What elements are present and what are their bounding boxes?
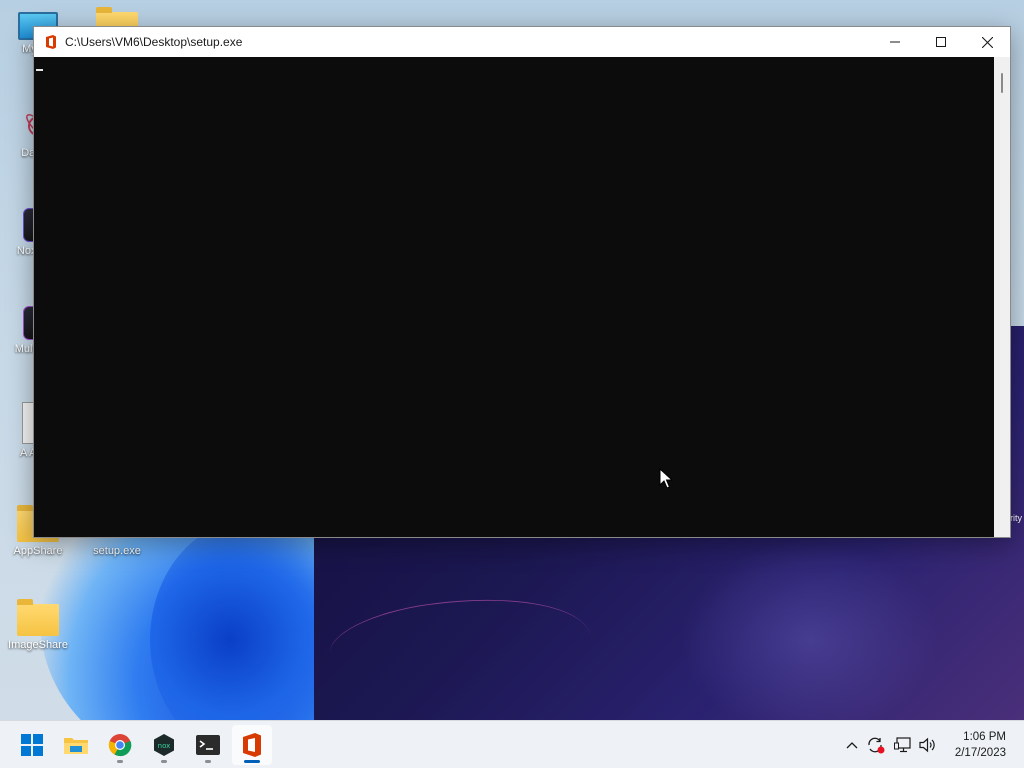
nox-icon: nox: [154, 734, 174, 756]
minimize-button[interactable]: [872, 27, 918, 57]
windows-start-icon: [21, 734, 43, 756]
taskbar-nox[interactable]: nox: [144, 725, 184, 765]
svg-text:nox: nox: [158, 742, 171, 750]
start-button[interactable]: [12, 725, 52, 765]
minimize-icon: [890, 41, 900, 43]
clock-time: 1:06 PM: [963, 731, 1006, 743]
tray-network[interactable]: [892, 733, 914, 757]
running-indicator: [161, 760, 167, 763]
network-icon: [894, 737, 911, 753]
file-explorer-icon: [64, 738, 88, 754]
taskbar-office-setup[interactable]: [232, 725, 272, 765]
active-indicator: [244, 760, 260, 763]
folder-icon: [17, 599, 59, 636]
office-icon: [43, 34, 59, 50]
taskbar: nox 1:06 PM 2/17/2023: [0, 720, 1024, 768]
tray-overflow-button[interactable]: [841, 733, 863, 757]
taskbar-file-explorer[interactable]: [56, 725, 96, 765]
maximize-icon: [936, 37, 946, 47]
close-button[interactable]: [964, 27, 1010, 57]
chevron-up-icon: [846, 742, 858, 749]
partial-desktop-label: rity: [1010, 513, 1022, 523]
volume-icon: [919, 737, 935, 753]
console-output[interactable]: [34, 57, 994, 537]
maximize-button[interactable]: [918, 27, 964, 57]
running-indicator: [117, 760, 123, 763]
wallpaper-glow: [680, 540, 940, 720]
window-titlebar[interactable]: C:\Users\VM6\Desktop\setup.exe: [34, 27, 1010, 57]
tray-sync[interactable]: [865, 733, 887, 757]
desktop-icon-label: AppShare: [13, 545, 63, 557]
console-cursor: [36, 69, 43, 71]
window-title: C:\Users\VM6\Desktop\setup.exe: [65, 35, 243, 49]
office-icon: [243, 733, 261, 757]
mouse-pointer-icon: [659, 468, 673, 489]
taskbar-chrome[interactable]: [100, 725, 140, 765]
sync-alert-icon: [868, 737, 885, 754]
scrollbar-thumb[interactable]: [1001, 73, 1003, 93]
desktop-icon-label: ImageShare: [8, 639, 68, 651]
vertical-scrollbar[interactable]: [994, 57, 1010, 537]
console-window[interactable]: C:\Users\VM6\Desktop\setup.exe: [33, 26, 1011, 538]
close-icon: [981, 36, 993, 48]
chrome-icon: [108, 734, 132, 757]
terminal-icon: [196, 735, 220, 755]
tray-volume[interactable]: [917, 733, 939, 757]
taskbar-clock[interactable]: 1:06 PM 2/17/2023: [955, 729, 1006, 761]
taskbar-terminal[interactable]: [188, 725, 228, 765]
running-indicator: [205, 760, 211, 763]
clock-date: 2/17/2023: [954, 747, 1006, 759]
desktop-icon-label: setup.exe: [93, 545, 141, 557]
desktop-icon-imageshare[interactable]: ImageShare: [0, 599, 76, 651]
